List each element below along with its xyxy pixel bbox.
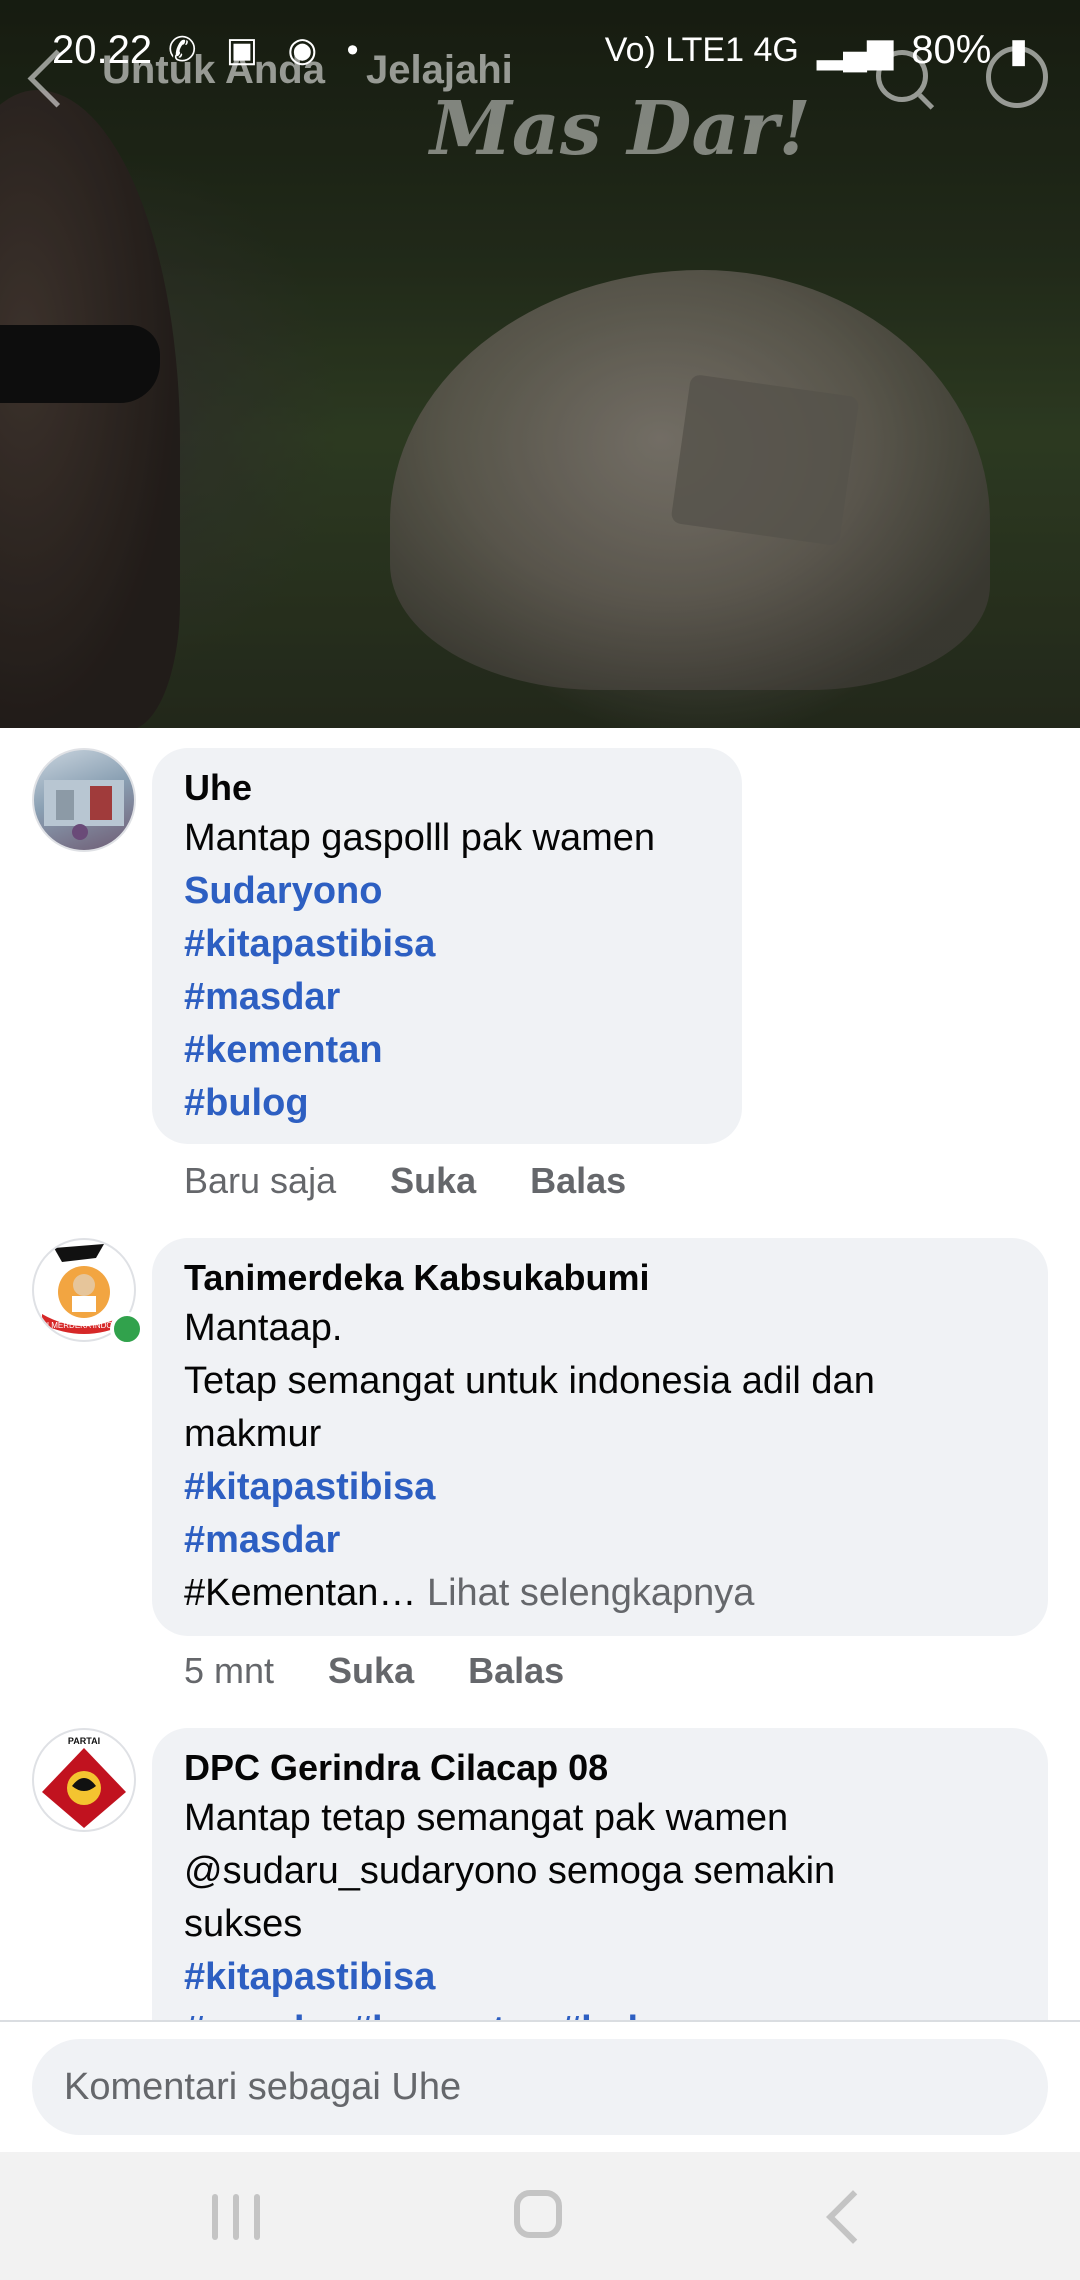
reply-button[interactable]: Balas (530, 1160, 626, 1202)
comment-text-line: @sudaru_sudaryono semoga semakin (184, 1850, 836, 1892)
avatar-text: PARTAI (68, 1736, 100, 1746)
like-button[interactable]: Suka (328, 1650, 414, 1692)
comment-meta: Baru saja Suka Balas (184, 1160, 626, 1202)
comment-text-line: makmur (184, 1413, 322, 1455)
reply-button[interactable]: Balas (468, 1650, 564, 1692)
video-player[interactable]: Untuk Anda Jelajahi Mas Dar! 20.22 ✆ ▣ ◉… (0, 0, 1080, 728)
hashtag-link[interactable]: #kementan (184, 1024, 710, 1077)
comment-text-line: Mantap gaspolll pak wamen (184, 817, 656, 859)
comment-input[interactable] (32, 2039, 1048, 2135)
truncated-hashtag: #Kementan… (184, 1572, 417, 1614)
comment-composer (0, 2022, 1080, 2152)
status-time: 20.22 (52, 28, 153, 72)
see-more-link[interactable]: Lihat selengkapnya (427, 1572, 754, 1614)
comment-truncated-line: #Kementan… Lihat selengkapnya (184, 1567, 1016, 1620)
comment-meta: 5 mnt Suka Balas (184, 1650, 564, 1692)
hashtag-link[interactable]: #kitapastibisa (184, 1951, 1016, 2004)
hashtag-link[interactable]: #kitapastibisa (184, 918, 710, 971)
comment-author[interactable]: DPC Gerindra Cilacap 08 (184, 1744, 1016, 1792)
avatar[interactable] (32, 748, 136, 852)
comment-author[interactable]: Uhe (184, 764, 710, 812)
hashtag-link[interactable]: #bulog (184, 1077, 710, 1130)
comments-list[interactable]: Uhe Mantap gaspolll pak wamen Sudaryono … (0, 728, 1080, 2020)
battery-icon: ▮ (1009, 31, 1028, 70)
comment-time: Baru saja (184, 1160, 337, 1201)
comment-text-line: Mantap tetap semangat pak wamen (184, 1797, 789, 1839)
mention-link[interactable]: Sudaryono (184, 865, 710, 918)
battery-level: 80% (911, 28, 992, 72)
signal-bars-icon: ▂▄▆ (816, 31, 894, 70)
hashtag-link[interactable]: #masdar (184, 1514, 1016, 1567)
online-status-dot (110, 1312, 144, 1346)
comment-author[interactable]: Tanimerdeka Kabsukabumi (184, 1254, 1016, 1302)
gerindra-logo-icon: PARTAI (42, 1736, 126, 1828)
comment-text-line: Mantaap. (184, 1307, 343, 1349)
comment-text-line: Tetap semangat untuk indonesia adil dan (184, 1360, 875, 1402)
comment-text-line: sukses (184, 1903, 303, 1945)
recent-apps-icon[interactable] (212, 2194, 260, 2240)
comment-bubble: Tanimerdeka Kabsukabumi Mantaap. Tetap s… (152, 1238, 1048, 1636)
like-button[interactable]: Suka (390, 1160, 476, 1202)
hashtag-link[interactable]: #masdar #kementan #bulog (184, 2004, 1016, 2020)
system-navigation-bar (0, 2152, 1080, 2280)
hashtag-link[interactable]: #kitapastibisa (184, 1461, 1016, 1514)
home-icon[interactable] (514, 2190, 562, 2238)
status-right: Vo) LTE1 4G ▂▄▆ 80% ▮ (605, 28, 1028, 73)
comment-time: 5 mnt (184, 1650, 275, 1691)
comment-bubble: Uhe Mantap gaspolll pak wamen Sudaryono … (152, 748, 742, 1144)
hashtag-link[interactable]: #masdar (184, 971, 710, 1024)
notification-icons: ✆ ▣ ◉ • (168, 31, 369, 69)
avatar-image (44, 780, 124, 840)
avatar[interactable]: PARTAI (32, 1728, 136, 1832)
comment-bubble: DPC Gerindra Cilacap 08 Mantap tetap sem… (152, 1728, 1048, 2020)
system-back-icon[interactable] (826, 2190, 880, 2244)
signal-icon: Vo) LTE1 4G (604, 31, 799, 69)
status-bar: 20.22 ✆ ▣ ◉ • Vo) LTE1 4G ▂▄▆ 80% ▮ (0, 0, 1080, 100)
